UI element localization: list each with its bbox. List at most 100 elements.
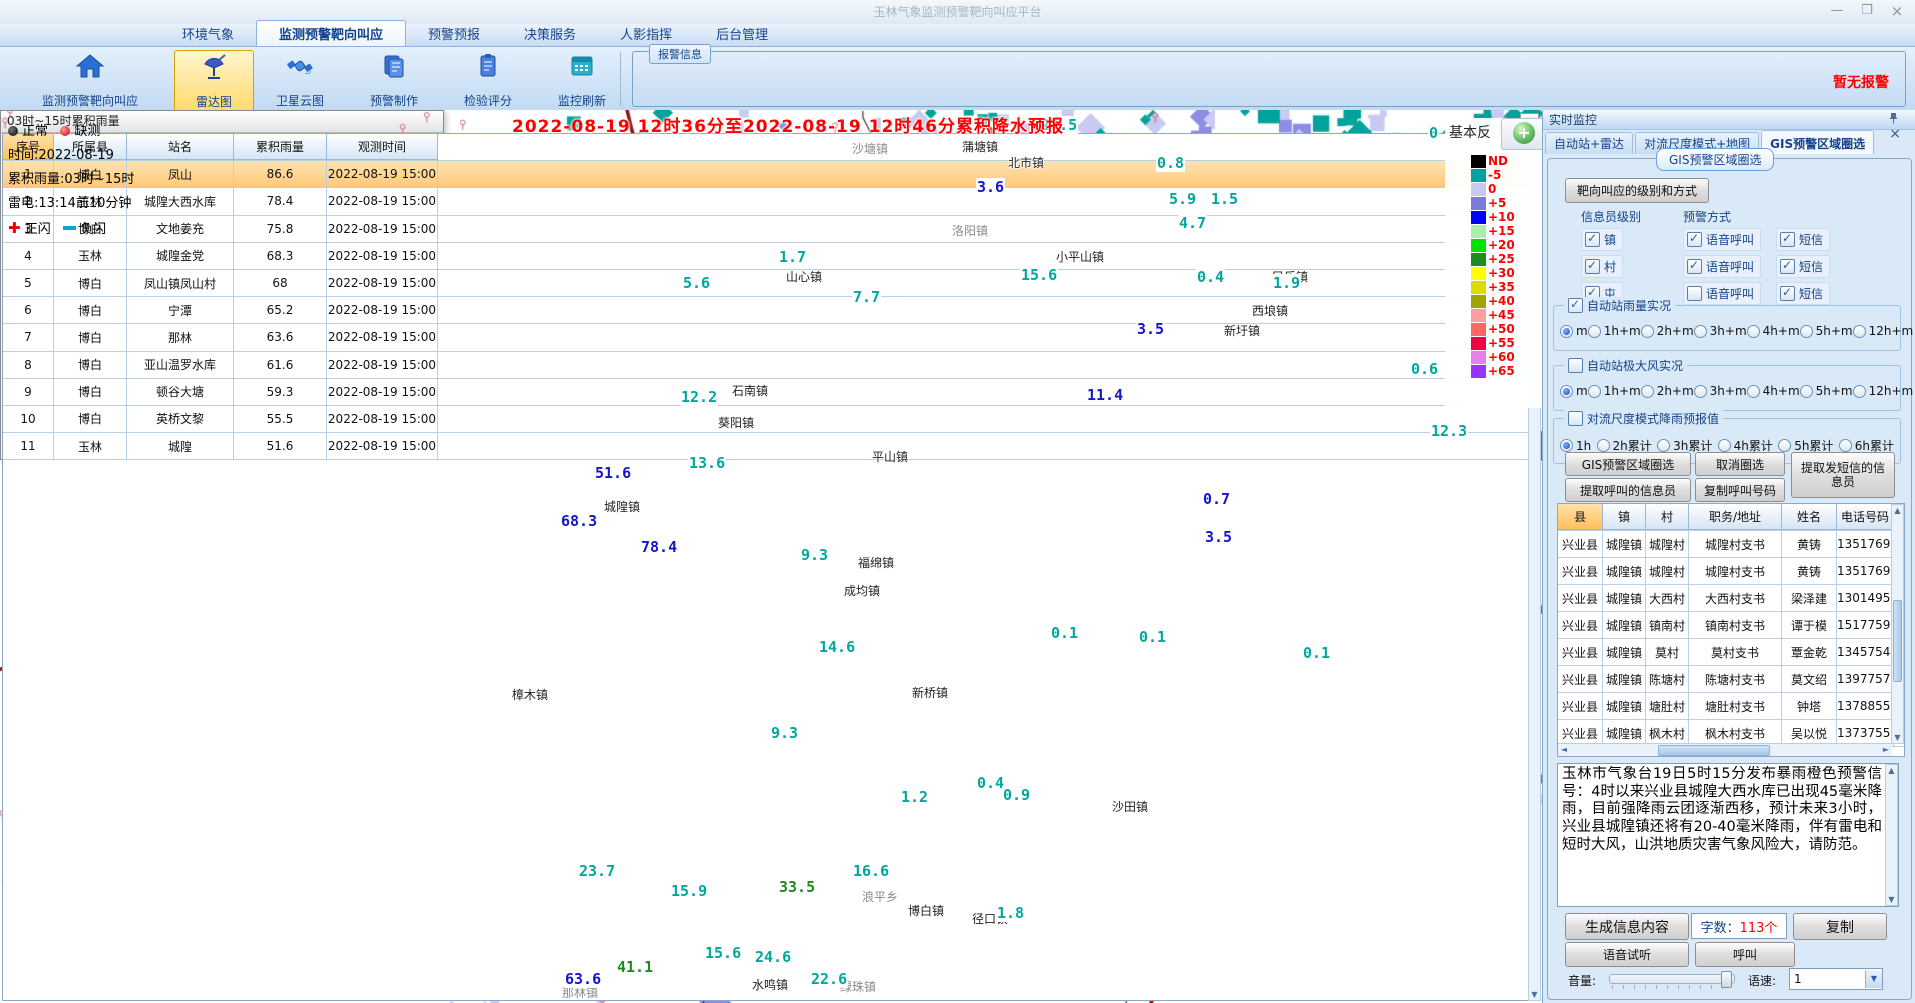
rain-table-row[interactable]: 8博白亚山温罗水库61.62022-08-19 15:00 [3,352,1529,379]
rain-col-header[interactable]: 站名 [127,134,234,160]
level-checkbox-村[interactable]: 村 [1581,255,1623,278]
close-button[interactable]: × [1883,4,1911,20]
voice-checkbox-村[interactable]: 语音呼叫 [1683,255,1761,278]
radio-icon[interactable] [1694,325,1707,338]
radio-option-3h+m[interactable]: 3h+m [1694,384,1747,398]
tts-preview-button[interactable]: 语音试听 [1565,942,1689,967]
map-area[interactable]: 2022-08-19 12时36分至2022-08-19 12时46分累积降水预… [0,110,1542,1003]
copy-message-button[interactable]: 复制 [1793,913,1887,940]
panel-tab-自动站+雷达[interactable]: 自动站+雷达 [1545,132,1633,154]
checkbox-icon[interactable] [1780,259,1795,274]
radio-icon[interactable] [1800,385,1813,398]
rain-table-row[interactable]: 4玉林城隍金党68.32022-08-19 15:00 [3,243,1529,270]
contacts-row[interactable]: 兴业县城隍镇城隍村城隍村支书黄铸135176975 [1558,558,1904,585]
generate-message-button[interactable]: 生成信息内容 [1565,913,1689,940]
pin-icon[interactable] [1889,112,1909,124]
contacts-col-header[interactable]: 电话号码 [1837,504,1894,530]
tool-雷达图[interactable]: 雷达图 [174,50,254,114]
rain-col-header[interactable]: 累积雨量 [234,134,327,160]
menu-tab-决策服务[interactable]: 决策服务 [502,21,598,46]
radio-icon[interactable] [1853,325,1866,338]
checkbox-icon[interactable] [1687,259,1702,274]
volume-slider[interactable] [1609,974,1735,984]
rain-table-row[interactable]: 2玉林城隍大西水库78.42022-08-19 15:00 [3,188,1529,215]
menu-tab-环境气象[interactable]: 环境气象 [160,21,256,46]
contacts-vscrollbar[interactable]: ▲ ▼ [1891,504,1904,744]
menu-tab-后台管理[interactable]: 后台管理 [694,21,790,46]
radio-icon[interactable] [1560,385,1573,398]
sms-checkbox-屯[interactable]: 短信 [1776,282,1830,305]
checkbox-icon[interactable] [1687,232,1702,247]
sms-checkbox-镇[interactable]: 短信 [1776,228,1830,251]
menu-tab-人影指挥[interactable]: 人影指挥 [598,21,694,46]
warning-message-box[interactable]: 玉林市气象台19日5时15分发布暴雨橙色预警信号：4时以来兴业县城隍大西水库已出… [1557,763,1899,907]
voice-checkbox-镇[interactable]: 语音呼叫 [1683,228,1761,251]
tool-预警制作[interactable]: 预警制作 [348,50,440,112]
radio-icon[interactable] [1800,325,1813,338]
radio-icon[interactable] [1641,385,1654,398]
contacts-col-header[interactable]: 镇 [1603,504,1646,530]
extract-call-informers-button[interactable]: 提取呼叫的信息员 [1565,478,1691,502]
level-checkbox-镇[interactable]: 镇 [1581,228,1623,251]
call-level-mode-button[interactable]: 靶向叫应的级别和方式 [1565,178,1709,203]
gis-select-button[interactable]: GIS预警区域圈选 [1565,452,1691,476]
checkbox-icon[interactable] [1780,286,1795,301]
scroll-down-icon[interactable]: ▼ [1886,894,1897,905]
scroll-up-icon[interactable]: ▲ [1892,505,1903,516]
radio-option-1h+m[interactable]: 1h+m [1588,384,1641,398]
radio-option-m[interactable]: m [1560,324,1588,338]
radio-icon[interactable] [1853,385,1866,398]
radio-option-m[interactable]: m [1560,384,1588,398]
slider-thumb[interactable] [1721,971,1732,988]
tool-检验评分[interactable]: 检验评分 [442,50,534,112]
radio-option-2h+m[interactable]: 2h+m [1641,324,1694,338]
scroll-down-icon[interactable]: ▼ [1529,989,1540,1000]
chevron-down-icon[interactable]: ▼ [1865,970,1882,988]
tool-卫星云图[interactable]: 卫星云图 [254,50,346,112]
checkbox-icon[interactable] [1687,286,1702,301]
radio-option-4h+m[interactable]: 4h+m [1747,324,1800,338]
rain-table-row[interactable]: 7博白那林63.62022-08-19 15:00 [3,324,1529,351]
checkbox-icon[interactable] [1568,298,1583,313]
checkbox-icon[interactable] [1585,232,1600,247]
rain-col-header[interactable]: 观测时间 [327,134,438,160]
contacts-row[interactable]: 兴业县城隍镇城隍村城隍村支书黄铸135176975 [1558,531,1904,558]
radio-option-5h+m[interactable]: 5h+m [1800,384,1853,398]
scroll-thumb[interactable] [1658,745,1770,756]
checkbox-icon[interactable] [1585,259,1600,274]
radio-icon[interactable] [1641,325,1654,338]
contacts-col-header[interactable]: 职务/地址 [1689,504,1782,530]
radio-option-12h+m[interactable]: 12h+m [1853,384,1914,398]
radio-option-5h+m[interactable]: 5h+m [1800,324,1853,338]
tool-监测预警靶向叫应[interactable]: 监测预警靶向叫应 [8,50,172,112]
contacts-row[interactable]: 兴业县城隍镇大西村大西村支书梁泽建130149571 [1558,585,1904,612]
minimize-button[interactable]: — [1823,4,1851,20]
radio-option-1h+m[interactable]: 1h+m [1588,324,1641,338]
menu-tab-监测预警靶向叫应[interactable]: 监测预警靶向叫应 [256,20,406,46]
contacts-row[interactable]: 兴业县城隍镇莫村莫村支书覃金乾134575405 [1558,639,1904,666]
radio-icon[interactable] [1778,439,1791,452]
radio-option-2h+m[interactable]: 2h+m [1641,384,1694,398]
radio-icon[interactable] [1588,385,1601,398]
copy-call-numbers-button[interactable]: 复制呼叫号码 [1695,478,1785,502]
panel-tab-GIS预警区域圈选[interactable]: GIS预警区域圈选 [1761,130,1874,154]
radio-icon[interactable] [1657,439,1670,452]
radio-icon[interactable] [1694,385,1707,398]
rain-table-row[interactable]: 6博白宁潭65.22022-08-19 15:00 [3,297,1529,324]
contacts-row[interactable]: 兴业县城隍镇塘肚村塘肚村支书钟塔137885534 [1558,693,1904,720]
radio-option-4h+m[interactable]: 4h+m [1747,384,1800,398]
radio-option-3h+m[interactable]: 3h+m [1694,324,1747,338]
warning-message-text[interactable]: 玉林市气象台19日5时15分发布暴雨橙色预警信号：4时以来兴业县城隍大西水库已出… [1562,766,1882,904]
call-button[interactable]: 呼叫 [1695,942,1795,967]
tool-监控刷新[interactable]: 监控刷新 [536,50,628,112]
scroll-up-icon[interactable]: ▲ [1886,765,1897,776]
menu-tab-预警预报[interactable]: 预警预报 [406,21,502,46]
rain-table-row[interactable]: 1博白凤山86.62022-08-19 15:00 [3,161,1529,188]
radio-icon[interactable] [1588,325,1601,338]
voice-checkbox-屯[interactable]: 语音呼叫 [1683,282,1761,305]
radio-icon[interactable] [1560,439,1573,452]
radio-icon[interactable] [1747,325,1760,338]
cancel-select-button[interactable]: 取消圈选 [1695,452,1785,476]
contacts-row[interactable]: 兴业县城隍镇镇南村镇南村支书谭于模151775946 [1558,612,1904,639]
scroll-left-icon[interactable]: ◄ [1558,744,1570,755]
